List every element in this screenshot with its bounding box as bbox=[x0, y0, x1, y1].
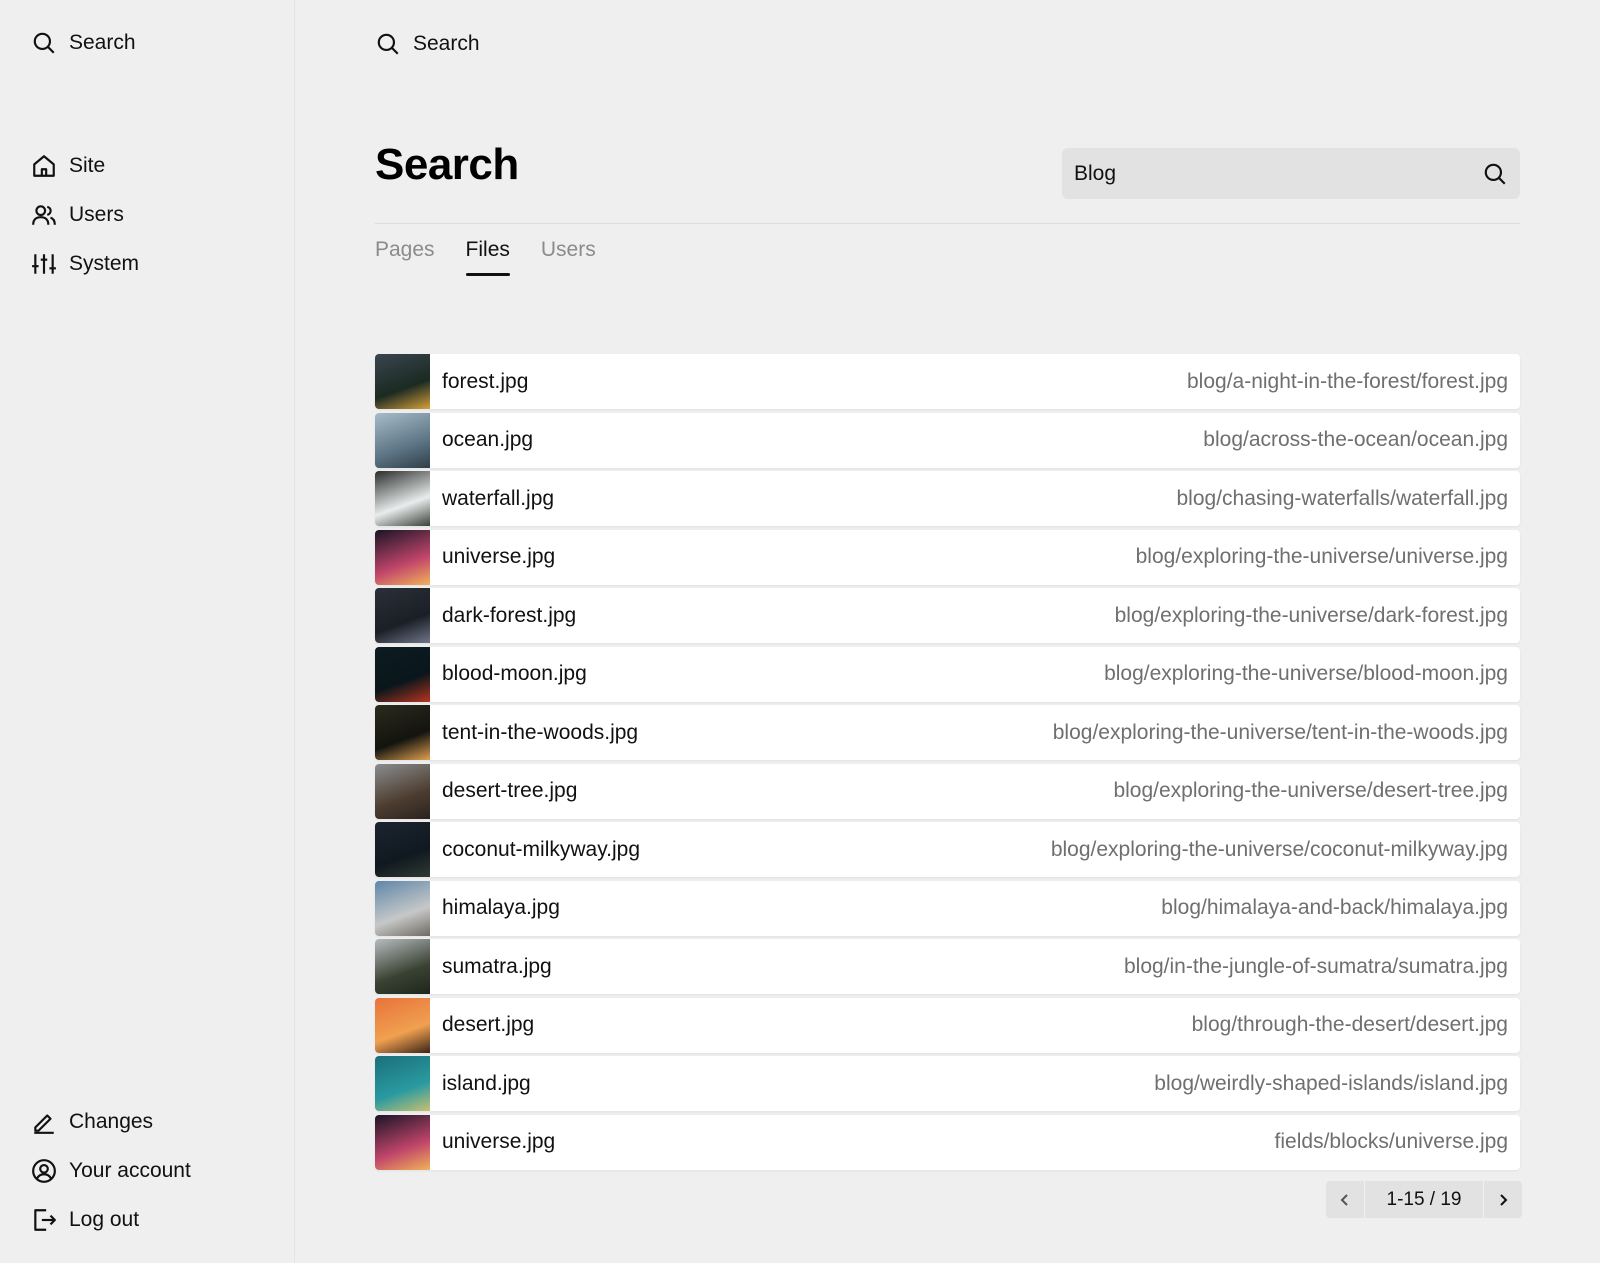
sidebar-item-changes[interactable]: Changes bbox=[31, 1104, 153, 1140]
file-thumbnail bbox=[375, 939, 430, 994]
pagination: 1-15 / 19 bbox=[1326, 1181, 1522, 1218]
file-thumbnail bbox=[375, 646, 430, 702]
sidebar-search-label: Search bbox=[69, 31, 136, 54]
file-thumbnail bbox=[375, 997, 430, 1053]
file-thumbnail bbox=[375, 354, 430, 409]
file-name: ocean.jpg bbox=[442, 428, 534, 451]
user-circle-icon bbox=[32, 1159, 56, 1183]
file-row[interactable]: desert.jpg blog/through-the-desert/desert… bbox=[375, 997, 1520, 1053]
next-page-button[interactable] bbox=[1484, 1181, 1522, 1218]
pagination-label[interactable]: 1-15 / 19 bbox=[1364, 1181, 1484, 1218]
search-input[interactable] bbox=[1074, 161, 1482, 186]
file-name: universe.jpg bbox=[442, 545, 556, 568]
file-path: blog/weirdly-shaped-islands/island.jpg bbox=[1154, 1071, 1508, 1095]
file-thumbnail bbox=[375, 1056, 430, 1111]
file-name: waterfall.jpg bbox=[442, 486, 555, 510]
file-path: blog/through-the-desert/desert.jpg bbox=[1191, 1013, 1508, 1036]
tab-users[interactable]: Users bbox=[541, 238, 596, 276]
file-path: blog/across-the-ocean/ocean.jpg bbox=[1203, 428, 1508, 451]
file-name: tent-in-the-woods.jpg bbox=[442, 720, 639, 744]
file-row[interactable]: ocean.jpg blog/across-the-ocean/ocean.jpg bbox=[375, 412, 1520, 468]
sidebar-item-label: System bbox=[69, 252, 140, 275]
file-path: blog/exploring-the-universe/tent-in-the-… bbox=[1052, 720, 1508, 744]
file-row[interactable]: tent-in-the-woods.jpg blog/exploring-the-… bbox=[375, 705, 1520, 760]
sliders-icon bbox=[32, 254, 56, 274]
file-row[interactable]: blood-moon.jpg blog/exploring-the-univers… bbox=[375, 646, 1520, 702]
file-row[interactable]: forest.jpg blog/a-night-in-the-forest/for… bbox=[375, 354, 1520, 409]
sidebar-item-label: Site bbox=[69, 154, 106, 177]
main-content: Search Search Pages Files Users forest.j… bbox=[295, 0, 1600, 1263]
sidebar: Search Site Users System Changes Your ac… bbox=[0, 0, 295, 1263]
file-path: blog/exploring-the-universe/desert-tree.… bbox=[1113, 779, 1508, 802]
page-title: Search bbox=[375, 140, 519, 189]
file-row[interactable]: coconut-milkyway.jpg blog/exploring-the-u… bbox=[375, 822, 1520, 877]
logout-icon bbox=[34, 1209, 56, 1231]
file-name: forest.jpg bbox=[442, 369, 529, 393]
file-row[interactable]: dark-forest.jpg blog/exploring-the-univer… bbox=[375, 588, 1520, 643]
results-list: forest.jpg blog/a-night-in-the-forest/for… bbox=[375, 354, 1520, 1173]
sidebar-search[interactable]: Search bbox=[31, 25, 136, 61]
file-thumbnail bbox=[375, 588, 430, 643]
file-path: blog/exploring-the-universe/dark-forest.… bbox=[1114, 603, 1508, 627]
file-name: coconut-milkyway.jpg bbox=[442, 837, 641, 861]
file-row[interactable]: sumatra.jpg blog/in-the-jungle-of-sumatra… bbox=[375, 939, 1520, 994]
home-icon bbox=[33, 155, 55, 177]
sidebar-item-label: Changes bbox=[69, 1110, 154, 1133]
file-name: desert-tree.jpg bbox=[442, 779, 578, 802]
prev-page-button[interactable] bbox=[1326, 1181, 1364, 1218]
sidebar-item-label: Your account bbox=[69, 1159, 191, 1182]
file-name: sumatra.jpg bbox=[442, 954, 552, 978]
tab-pages[interactable]: Pages bbox=[375, 238, 435, 276]
sidebar-item-label: Users bbox=[69, 203, 124, 226]
divider bbox=[375, 223, 1520, 224]
file-name: desert.jpg bbox=[442, 1013, 535, 1036]
file-name: blood-moon.jpg bbox=[442, 662, 587, 685]
file-thumbnail bbox=[375, 763, 430, 819]
file-row[interactable]: himalaya.jpg blog/himalaya-and-back/himal… bbox=[375, 880, 1520, 936]
file-name: dark-forest.jpg bbox=[442, 603, 577, 627]
file-path: blog/himalaya-and-back/himalaya.jpg bbox=[1161, 896, 1508, 919]
file-path: blog/exploring-the-universe/coconut-milk… bbox=[1050, 837, 1508, 861]
file-path: blog/in-the-jungle-of-sumatra/sumatra.jp… bbox=[1123, 954, 1508, 978]
search-icon bbox=[33, 32, 55, 54]
file-name: universe.jpg bbox=[442, 1130, 556, 1153]
header-search-label: Search bbox=[413, 32, 480, 55]
sidebar-item-users[interactable]: Users bbox=[31, 197, 124, 233]
file-thumbnail bbox=[375, 822, 430, 877]
search-icon bbox=[377, 33, 399, 55]
file-row[interactable]: desert-tree.jpg blog/exploring-the-univer… bbox=[375, 763, 1520, 819]
file-thumbnail bbox=[375, 412, 430, 468]
chevron-left-icon bbox=[1340, 1193, 1348, 1206]
file-thumbnail bbox=[375, 1114, 430, 1170]
users-icon bbox=[32, 205, 56, 225]
file-path: fields/blocks/universe.jpg bbox=[1274, 1130, 1508, 1153]
sidebar-item-log-out[interactable]: Log out bbox=[31, 1202, 139, 1238]
file-row[interactable]: island.jpg blog/weirdly-shaped-islands/is… bbox=[375, 1056, 1520, 1111]
file-path: blog/exploring-the-universe/universe.jpg bbox=[1135, 545, 1508, 568]
sidebar-item-system[interactable]: System bbox=[31, 246, 139, 282]
sidebar-item-your-account[interactable]: Your account bbox=[31, 1153, 191, 1189]
chevron-right-icon bbox=[1500, 1193, 1508, 1206]
file-thumbnail bbox=[375, 705, 430, 760]
file-path: blog/exploring-the-universe/blood-moon.j… bbox=[1104, 662, 1508, 685]
file-thumbnail bbox=[375, 471, 430, 526]
sidebar-item-label: Log out bbox=[69, 1208, 140, 1231]
header-search[interactable]: Search bbox=[375, 26, 480, 62]
search-field[interactable] bbox=[1062, 148, 1520, 199]
file-row[interactable]: universe.jpg blog/exploring-the-universe/… bbox=[375, 529, 1520, 585]
search-icon[interactable] bbox=[1482, 161, 1508, 187]
file-thumbnail bbox=[375, 529, 430, 585]
file-path: blog/chasing-waterfalls/waterfall.jpg bbox=[1176, 486, 1509, 510]
file-thumbnail bbox=[375, 880, 430, 936]
tabs: Pages Files Users bbox=[375, 238, 596, 276]
file-path: blog/a-night-in-the-forest/forest.jpg bbox=[1187, 369, 1508, 393]
pen-icon bbox=[34, 1114, 54, 1134]
file-row[interactable]: waterfall.jpg blog/chasing-waterfalls/wat… bbox=[375, 471, 1520, 526]
file-name: island.jpg bbox=[442, 1071, 531, 1095]
sidebar-item-site[interactable]: Site bbox=[31, 148, 105, 184]
tab-files[interactable]: Files bbox=[465, 238, 511, 276]
file-row[interactable]: universe.jpg fields/blocks/universe.jpg bbox=[375, 1114, 1520, 1170]
file-name: himalaya.jpg bbox=[442, 896, 560, 919]
